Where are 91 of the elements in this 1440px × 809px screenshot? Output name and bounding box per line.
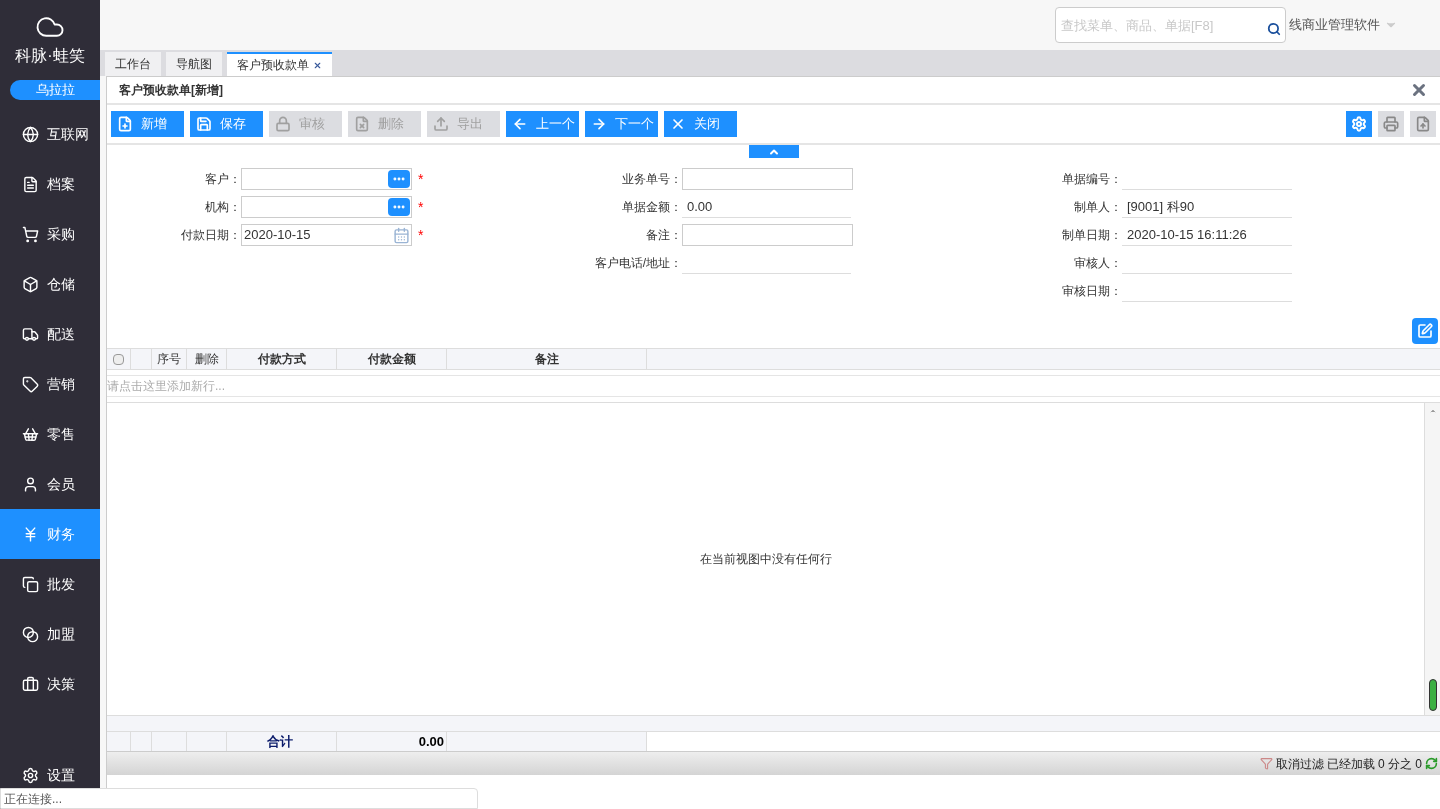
app-name[interactable]: 线商业管理软件 — [1289, 15, 1380, 35]
column-header[interactable]: 付款方式 — [227, 349, 337, 369]
sidebar-item[interactable]: 采购 — [0, 209, 100, 259]
refresh-icon[interactable] — [1425, 757, 1438, 770]
field-label: 业务单号： — [621, 171, 682, 188]
calendar-icon[interactable] — [393, 226, 410, 244]
close-tab-icon[interactable] — [313, 60, 322, 70]
edit-button[interactable] — [1412, 318, 1438, 344]
column-header[interactable]: 备注 — [447, 349, 647, 369]
readonly-field: 0.00 — [682, 196, 851, 218]
file-upload-icon — [1415, 116, 1431, 132]
print-button[interactable] — [1378, 111, 1404, 137]
total-label: 合计 — [227, 732, 337, 751]
lookup-button[interactable] — [388, 198, 410, 216]
rings-icon — [22, 625, 39, 643]
column-header[interactable]: 序号 — [152, 349, 187, 369]
field-label: 审核日期： — [1061, 283, 1122, 300]
collapse-tab[interactable] — [748, 145, 799, 158]
required-asterisk: * — [418, 225, 424, 245]
readonly-field: [9001] 科90 — [1122, 196, 1292, 218]
cart-icon — [22, 225, 39, 243]
column-header[interactable]: 删除 — [187, 349, 227, 369]
panel-title: 客户预收款单[新增] — [119, 82, 223, 99]
lookup-button[interactable] — [388, 170, 410, 188]
required-asterisk: * — [418, 197, 424, 217]
input-field[interactable] — [241, 168, 412, 190]
export-button[interactable] — [1410, 111, 1436, 137]
settings-icon — [1351, 116, 1367, 132]
sidebar-item[interactable]: 零售 — [0, 409, 100, 459]
input-field[interactable]: 2020-10-15 — [241, 224, 412, 246]
settings-button[interactable] — [1346, 111, 1372, 137]
field-label: 单据金额： — [621, 199, 682, 216]
field-label: 客户： — [204, 171, 241, 188]
loaded-count: 已经加载 0 分之 0 — [1326, 755, 1422, 773]
sidebar-item[interactable]: 决策 — [0, 659, 100, 709]
input-field[interactable] — [682, 168, 853, 190]
readonly-field: 2020-10-15 16:11:26 — [1122, 224, 1292, 246]
clear-filter-icon[interactable] — [1259, 757, 1273, 770]
field-label: 付款日期： — [180, 227, 241, 244]
briefcase-icon — [22, 675, 39, 693]
field-label: 单据编号： — [1061, 171, 1122, 188]
upload-icon — [433, 116, 449, 132]
document-icon — [22, 175, 39, 193]
select-all-checkbox[interactable] — [113, 353, 124, 365]
total-amount: 0.00 — [337, 732, 447, 751]
column-header[interactable]: 付款金额 — [337, 349, 447, 369]
box-icon — [22, 275, 39, 293]
sidebar-item[interactable]: 营销 — [0, 359, 100, 409]
field-label: 制单人： — [1073, 199, 1122, 216]
printer-icon — [1383, 116, 1399, 132]
scrollbar[interactable] — [1424, 403, 1440, 715]
basket-icon — [22, 425, 39, 443]
field-label: 机构： — [204, 199, 241, 216]
search-icon[interactable] — [1267, 22, 1281, 36]
brand-name: 科脉·蛙笑 — [15, 46, 85, 66]
globe-icon — [22, 125, 39, 143]
user-icon — [22, 475, 39, 493]
empty-message: 在当前视图中没有任何行 — [699, 551, 832, 568]
add-file-icon — [117, 116, 133, 132]
delete-file-icon — [354, 116, 370, 132]
tab[interactable]: 工作台 — [105, 52, 161, 76]
tab[interactable]: 客户预收款单 — [227, 52, 332, 76]
sidebar-item[interactable]: 批发 — [0, 559, 100, 609]
sidebar-item[interactable]: 会员 — [0, 459, 100, 509]
sidebar-item[interactable]: 加盟 — [0, 609, 100, 659]
field-label: 审核人： — [1073, 255, 1122, 272]
field-label: 备注： — [645, 227, 682, 244]
required-asterisk: * — [418, 169, 424, 189]
field-label: 客户电话/地址： — [593, 255, 682, 272]
input-field[interactable] — [682, 224, 853, 246]
scroll-up-icon[interactable] — [1428, 407, 1437, 415]
field-label: 制单日期： — [1061, 227, 1122, 244]
close-icon[interactable] — [1410, 81, 1428, 99]
sidebar-item[interactable]: 互联网 — [0, 109, 100, 159]
lock-icon — [275, 116, 291, 132]
settings-icon — [22, 766, 39, 784]
save-icon — [196, 116, 212, 132]
sidebar-item[interactable]: 配送 — [0, 309, 100, 359]
tab[interactable]: 导航图 — [166, 52, 222, 76]
tag-icon — [22, 375, 39, 393]
sidebar-item[interactable]: 设置 — [0, 764, 100, 786]
connection-status: 正在连接... — [0, 788, 478, 809]
copy-icon — [22, 575, 39, 593]
clear-filter-link[interactable]: 取消过滤 — [1275, 754, 1324, 773]
sidebar-item[interactable]: 档案 — [0, 159, 100, 209]
sidebar-item[interactable]: 仓储 — [0, 259, 100, 309]
scroll-thumb[interactable] — [1428, 679, 1437, 711]
input-field[interactable] — [241, 196, 412, 218]
close-icon — [670, 116, 686, 132]
truck-icon — [22, 325, 39, 343]
edit-icon — [1417, 323, 1433, 339]
